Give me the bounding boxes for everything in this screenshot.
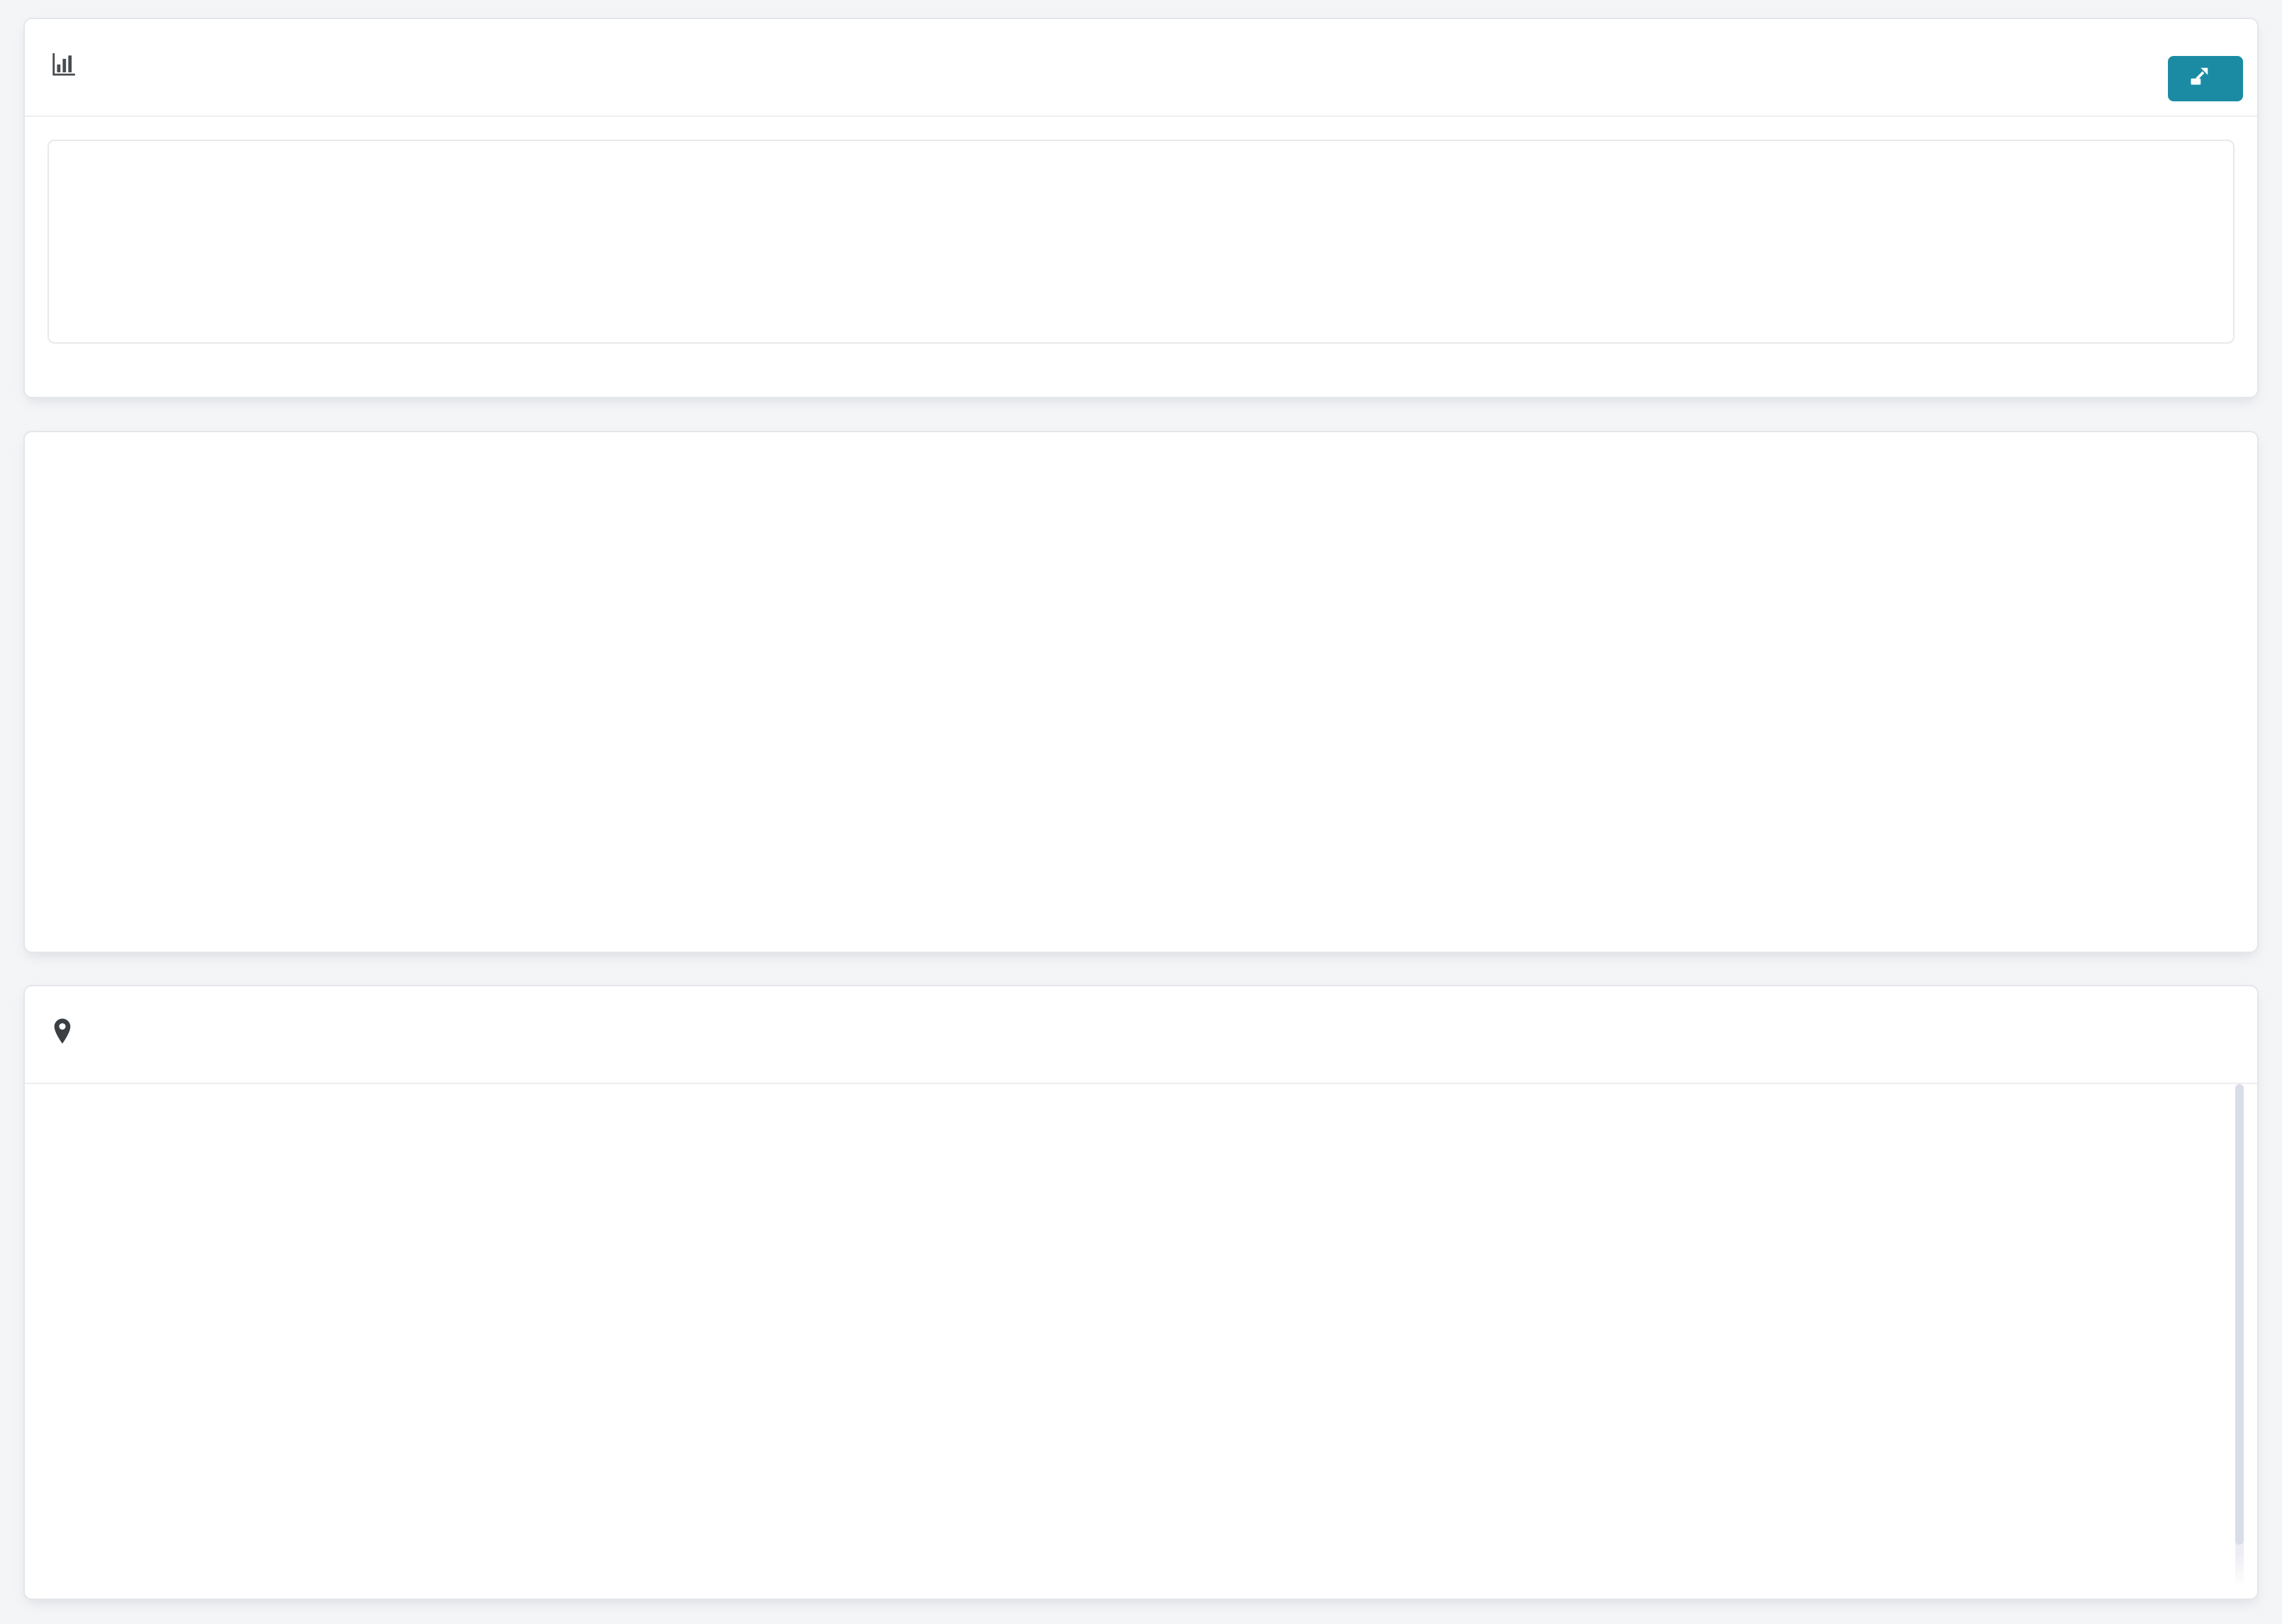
dashboard-page	[0, 0, 2282, 1624]
geo-body	[25, 1074, 2257, 1598]
tracking-stats-header	[25, 19, 2257, 117]
stats-summary-row	[47, 140, 2235, 344]
table-scrollbar-thumb[interactable]	[2235, 1084, 2244, 1545]
campaign-geo-opens-card	[23, 985, 2259, 1600]
geo-opens-pie-chart	[140, 1090, 579, 1529]
geo-card-header	[25, 986, 2257, 1084]
geo-card-title	[50, 1017, 90, 1052]
tracking-stats-card	[23, 18, 2259, 398]
export-icon	[2189, 65, 2210, 92]
map-pin-icon	[50, 1017, 74, 1052]
table-bottom-fade	[25, 1553, 2257, 1598]
table-scrollbar[interactable]	[2235, 1084, 2244, 1584]
bar-chart-icon	[50, 51, 77, 84]
tracking-stats-title	[50, 51, 93, 84]
rates-card	[23, 431, 2259, 953]
export-basic-stats-button[interactable]	[2168, 56, 2243, 101]
